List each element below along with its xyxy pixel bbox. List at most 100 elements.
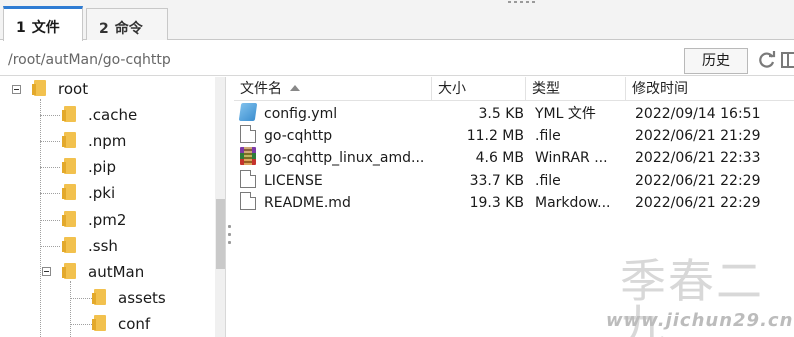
tree-guide-line [70,324,92,325]
tree-item-pki[interactable]: .pki [62,181,116,207]
tree-guide-line [40,115,60,116]
tree-item-label: .cache [88,106,138,124]
tree-scrollbar[interactable] [215,77,225,337]
table-row[interactable]: LICENSE 33.7 KB .file 2022/06/21 22:29 [234,170,794,192]
file-name: go-cqhttp_linux_amd... [264,150,425,166]
tree-guide-line [70,298,92,299]
column-header-type-label: 类型 [532,81,560,97]
tree-item-autman[interactable]: autMan [62,260,145,286]
table-row[interactable]: go-cqhttp 11.2 MB .file 2022/06/21 21:29 [234,125,794,147]
file-list-header: 文件名 大小 类型 修改时间 [234,77,794,101]
file-icon [240,192,256,210]
tree-item-label: .pki [88,184,116,202]
column-header-type[interactable]: 类型 [526,77,626,101]
column-header-size-label: 大小 [438,81,466,97]
tab-files-label: 文件 [31,20,60,36]
path-bar: 历史 [0,41,794,76]
file-modified: 2022/06/21 22:29 [635,195,761,211]
tree-guide-line [40,167,60,168]
column-header-modified-label: 修改时间 [632,81,688,97]
collapse-toggle-root[interactable] [12,85,21,94]
file-type: WinRAR ... [535,150,608,166]
file-modified: 2022/06/21 22:29 [635,173,761,189]
folder-icon [92,315,106,331]
tree-guide-line [40,99,41,337]
tree-item-label: assets [118,289,166,307]
column-header-name[interactable]: 文件名 [234,77,432,101]
file-type: YML 文件 [535,106,596,122]
tree-guide-line [40,141,60,142]
file-modified: 2022/09/14 16:51 [635,106,761,122]
panel-splitter[interactable] [226,77,234,337]
file-size: 19.3 KB [469,195,524,211]
tree-item-label: autMan [88,263,145,281]
tree-item-root[interactable]: root [32,77,89,103]
column-header-name-label: 文件名 [240,81,282,97]
tree-guide-line [70,281,71,337]
yml-file-icon [238,103,258,121]
file-size: 33.7 KB [469,173,524,189]
tab-files-number: 1 [16,20,26,36]
folder-icon [62,158,76,174]
folder-icon [62,184,76,200]
file-icon [240,125,256,143]
history-button[interactable]: 历史 [684,48,748,74]
column-header-modified[interactable]: 修改时间 [626,77,794,101]
tree-item-conf[interactable]: conf [92,312,151,337]
collapse-toggle-autman[interactable] [42,267,51,276]
tree-item-assets[interactable]: assets [92,286,166,312]
file-name: LICENSE [264,173,323,189]
tree-item-label: root [58,80,89,98]
tree-item-label: .pm2 [88,211,127,229]
folder-icon [62,211,76,227]
tree-item-label: conf [118,315,151,333]
tree-item-npm[interactable]: .npm [62,129,127,155]
table-row[interactable]: config.yml 3.5 KB YML 文件 2022/09/14 16:5… [234,103,794,125]
file-size: 4.6 MB [475,150,524,166]
drag-grip[interactable] [506,0,536,4]
tree-guide-line [40,220,60,221]
tab-commands[interactable]: 2 命令 [86,8,168,40]
file-icon [240,170,256,188]
folder-icon [62,263,76,279]
tab-bar: 1 文件 2 命令 [0,0,794,42]
sort-ascending-icon [290,85,300,91]
refresh-icon[interactable] [757,50,777,70]
directory-tree: root .cache .npm .pip .pki .pm2 .ssh aut… [0,77,226,337]
file-type: .file [535,128,561,144]
tree-item-label: .pip [88,158,116,176]
tree-item-label: .ssh [88,237,118,255]
tree-item-cache[interactable]: .cache [62,103,138,129]
watermark-url: www.jichun29.cn [606,310,794,331]
path-input[interactable] [4,49,676,71]
folder-icon [62,237,76,253]
file-type: .file [535,173,561,189]
file-type: Markdow... [535,195,611,211]
tree-item-ssh[interactable]: .ssh [62,234,118,260]
folder-icon [32,80,46,96]
folder-icon [62,132,76,148]
tab-commands-label: 命令 [114,21,143,37]
tab-files[interactable]: 1 文件 [3,6,83,42]
folder-icon [62,106,76,122]
rar-archive-icon [240,147,256,165]
panel-icon[interactable] [780,50,794,70]
file-name: go-cqhttp [264,128,333,144]
tree-item-pm2[interactable]: .pm2 [62,208,127,234]
tree-item-label: .npm [88,132,127,150]
column-header-size[interactable]: 大小 [432,77,526,101]
table-row[interactable]: go-cqhttp_linux_amd... 4.6 MB WinRAR ...… [234,147,794,169]
file-name: README.md [264,195,351,211]
table-row[interactable]: README.md 19.3 KB Markdow... 2022/06/21 … [234,192,794,214]
file-modified: 2022/06/21 22:33 [635,150,761,166]
file-modified: 2022/06/21 21:29 [635,128,761,144]
file-size: 11.2 MB [466,128,524,144]
tab-commands-number: 2 [99,21,109,37]
file-size: 3.5 KB [478,106,525,122]
tree-guide-line [40,193,60,194]
folder-icon [92,289,106,305]
file-name: config.yml [264,106,338,122]
tree-scrollbar-thumb[interactable] [216,199,225,269]
tree-item-pip[interactable]: .pip [62,155,116,181]
tree-guide-line [40,246,60,247]
